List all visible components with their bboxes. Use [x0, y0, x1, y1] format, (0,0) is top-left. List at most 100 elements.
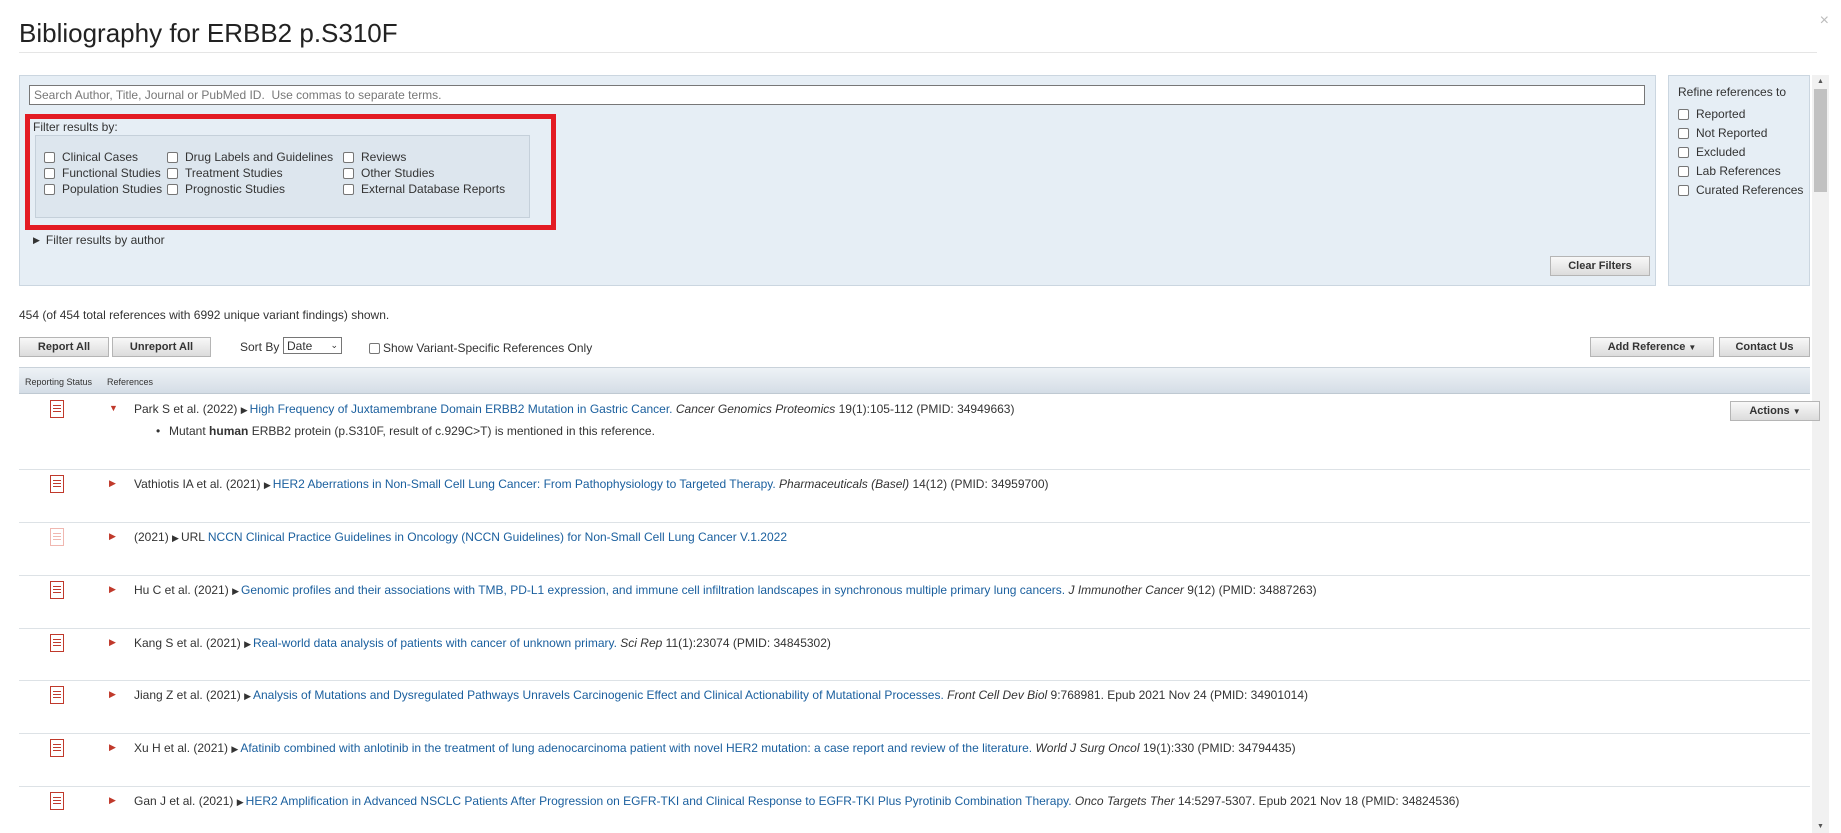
scroll-up-icon[interactable]: ▲ — [1817, 78, 1824, 85]
column-reporting-status[interactable]: Reporting Status — [25, 377, 92, 387]
pdf-document-icon[interactable] — [50, 581, 64, 599]
checkbox[interactable] — [1678, 127, 1689, 139]
expand-arrow-icon[interactable]: ▶ — [109, 795, 116, 806]
pdf-document-icon[interactable] — [50, 686, 64, 704]
variant-specific-only-toggle[interactable]: Show Variant-Specific References Only — [369, 341, 592, 355]
expand-arrow-icon[interactable]: ▶ — [172, 533, 179, 543]
reference-citation: Vathiotis IA et al. (2021) ▶ HER2 Aberrat… — [134, 477, 1049, 491]
column-references[interactable]: References — [107, 377, 153, 387]
refine-panel: Refine references to Reported Not Report… — [1668, 75, 1810, 286]
reference-title-link[interactable]: Afatinib combined with anlotinib in the … — [240, 741, 1032, 755]
sort-select[interactable]: Date ⌄ — [283, 337, 342, 354]
pdf-document-icon[interactable] — [50, 400, 64, 418]
checkbox[interactable] — [167, 167, 178, 179]
reference-citation: Gan J et al. (2021) ▶ HER2 Amplification … — [134, 794, 1460, 808]
filter-treatment-studies[interactable]: Treatment Studies — [167, 166, 283, 180]
results-summary: 454 (of 454 total references with 6992 u… — [19, 308, 390, 322]
expand-arrow-icon[interactable]: ▼ — [109, 403, 118, 413]
reference-citation: (2021) ▶ URL NCCN Clinical Practice Guide… — [134, 530, 787, 544]
filter-population-studies[interactable]: Population Studies — [44, 182, 162, 196]
expand-arrow-icon[interactable]: ▶ — [244, 639, 251, 649]
expand-arrow-icon[interactable]: ▶ — [244, 691, 251, 701]
scroll-down-icon[interactable]: ▼ — [1817, 823, 1824, 830]
filter-by-author-toggle[interactable]: ▶ Filter results by author — [33, 233, 165, 247]
filter-other-studies[interactable]: Other Studies — [343, 166, 434, 180]
filter-panel: Filter results by: Clinical Cases Functi… — [19, 75, 1656, 286]
references-table-header: Reporting Status References — [19, 367, 1810, 394]
chevron-down-icon: ⌄ — [330, 340, 338, 350]
expand-arrow-icon[interactable]: ▶ — [231, 744, 238, 754]
refine-not-reported[interactable]: Not Reported — [1678, 126, 1767, 140]
reference-title-link[interactable]: Genomic profiles and their associations … — [241, 583, 1065, 597]
expand-arrow-icon[interactable]: ▶ — [237, 797, 244, 807]
checkbox[interactable] — [1678, 108, 1689, 120]
expand-arrow-icon[interactable]: ▶ — [241, 405, 248, 415]
modal-title: Bibliography for ERBB2 p.S310F — [19, 18, 398, 48]
checkbox[interactable] — [343, 151, 354, 163]
expand-arrow-icon[interactable]: ▶ — [109, 584, 116, 595]
reference-title-link[interactable]: Real-world data analysis of patients wit… — [253, 636, 617, 650]
filter-functional-studies[interactable]: Functional Studies — [44, 166, 161, 180]
refine-excluded[interactable]: Excluded — [1678, 145, 1745, 159]
pdf-document-icon[interactable] — [50, 528, 64, 546]
filter-prognostic-studies[interactable]: Prognostic Studies — [167, 182, 285, 196]
refine-lab-references[interactable]: Lab References — [1678, 164, 1781, 178]
unreport-all-button[interactable]: Unreport All — [112, 337, 211, 357]
reference-title-link[interactable]: Analysis of Mutations and Dysregulated P… — [253, 688, 944, 702]
pdf-document-icon[interactable] — [50, 634, 64, 652]
expand-arrow-icon: ▶ — [33, 234, 40, 245]
pdf-document-icon[interactable] — [50, 739, 64, 757]
caret-down-icon: ▼ — [1792, 407, 1801, 416]
checkbox[interactable] — [44, 167, 55, 179]
filter-options-group: Clinical Cases Functional Studies Popula… — [35, 135, 530, 218]
table-row: ▶ (2021) ▶ URL NCCN Clinical Practice Gui… — [19, 523, 1810, 576]
checkbox[interactable] — [1678, 184, 1689, 196]
actions-button[interactable]: Actions ▼ — [1730, 401, 1820, 421]
expand-arrow-icon[interactable]: ▶ — [264, 480, 271, 490]
checkbox[interactable] — [343, 183, 354, 195]
filter-drug-labels[interactable]: Drug Labels and Guidelines — [167, 150, 333, 164]
checkbox[interactable] — [369, 342, 380, 354]
close-icon[interactable]: × — [1820, 12, 1829, 30]
add-reference-button[interactable]: Add Reference ▼ — [1590, 337, 1714, 357]
reference-citation: Park S et al. (2022) ▶ High Frequency of … — [134, 402, 1015, 416]
refine-reported[interactable]: Reported — [1678, 107, 1745, 121]
expand-arrow-icon[interactable]: ▶ — [109, 689, 116, 700]
title-divider — [19, 52, 1817, 53]
scrollbar-thumb[interactable] — [1814, 89, 1827, 192]
reference-citation: Hu C et al. (2021) ▶ Genomic profiles and… — [134, 583, 1317, 597]
table-row: ▶ Hu C et al. (2021) ▶ Genomic profiles a… — [19, 576, 1810, 629]
checkbox[interactable] — [167, 183, 178, 195]
pdf-document-icon[interactable] — [50, 475, 64, 493]
filter-clinical-cases[interactable]: Clinical Cases — [44, 150, 138, 164]
expand-arrow-icon[interactable]: ▶ — [109, 531, 116, 542]
clear-filters-button[interactable]: Clear Filters — [1550, 256, 1650, 276]
vertical-scrollbar[interactable]: ▲ ▼ — [1812, 75, 1829, 833]
expand-arrow-icon[interactable]: ▶ — [109, 742, 116, 753]
reference-title-link[interactable]: HER2 Aberrations in Non-Small Cell Lung … — [273, 477, 776, 491]
checkbox[interactable] — [1678, 146, 1689, 158]
filter-reviews[interactable]: Reviews — [343, 150, 406, 164]
report-all-button[interactable]: Report All — [19, 337, 109, 357]
contact-us-button[interactable]: Contact Us — [1719, 337, 1810, 357]
expand-arrow-icon[interactable]: ▶ — [232, 586, 239, 596]
search-input[interactable] — [29, 85, 1645, 105]
reference-title-link[interactable]: NCCN Clinical Practice Guidelines in Onc… — [208, 530, 787, 544]
pdf-document-icon[interactable] — [50, 792, 64, 810]
checkbox[interactable] — [44, 183, 55, 195]
reference-title-link[interactable]: High Frequency of Juxtamembrane Domain E… — [250, 402, 673, 416]
checkbox[interactable] — [44, 151, 55, 163]
checkbox[interactable] — [1678, 165, 1689, 177]
table-row: ▶ Jiang Z et al. (2021) ▶ Analysis of Mut… — [19, 681, 1810, 734]
refine-title: Refine references to — [1678, 85, 1787, 99]
expand-arrow-icon[interactable]: ▶ — [109, 478, 116, 489]
refine-curated-references[interactable]: Curated References — [1678, 183, 1803, 197]
expand-arrow-icon[interactable]: ▶ — [109, 637, 116, 648]
reference-citation: Kang S et al. (2021) ▶ Real-world data an… — [134, 636, 831, 650]
reference-title-link[interactable]: HER2 Amplification in Advanced NSCLC Pat… — [246, 794, 1072, 808]
filter-external-database-reports[interactable]: External Database Reports — [343, 182, 505, 196]
filter-results-label: Filter results by: — [33, 120, 118, 134]
checkbox[interactable] — [343, 167, 354, 179]
checkbox[interactable] — [167, 151, 178, 163]
reference-citation: Xu H et al. (2021) ▶ Afatinib combined wi… — [134, 741, 1296, 755]
